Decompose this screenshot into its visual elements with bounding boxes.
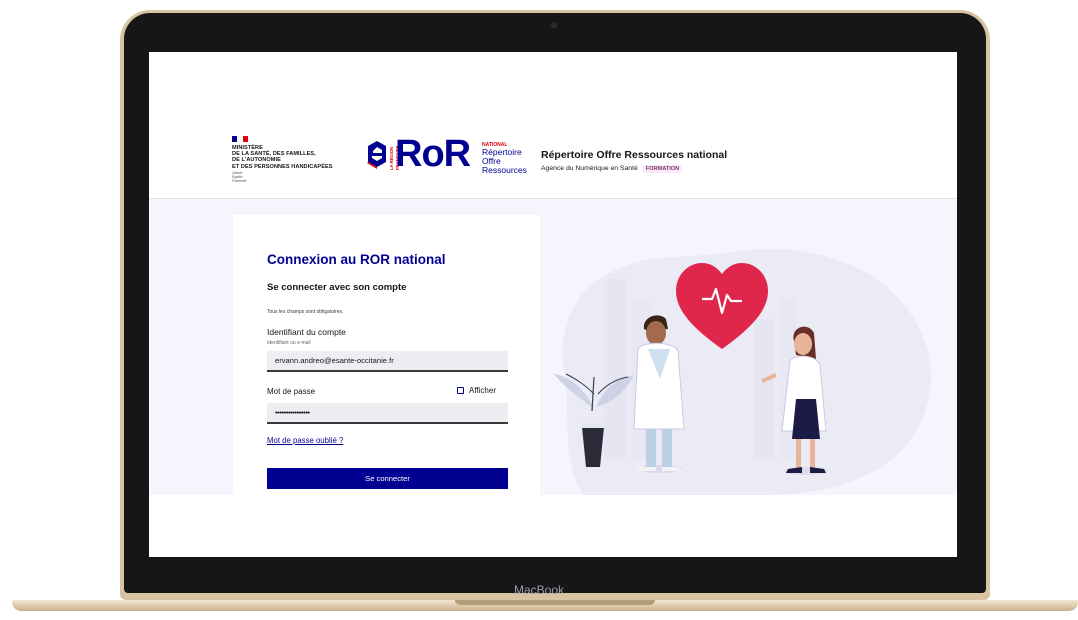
site-subtitle: Agence du Numérique en Santé FORMATION	[541, 165, 683, 173]
ministry-line: ET DES PERSONNES HANDICAPÉES	[232, 163, 333, 170]
screen: MINISTÈRE DE LA SANTÉ, DES FAMILLES, DE …	[149, 52, 957, 557]
show-password-label: Afficher	[469, 386, 496, 395]
device-label: MacBook	[513, 583, 565, 597]
required-fields-note: Tous les champs sont obligatoires.	[267, 309, 344, 315]
republic-motto: Liberté Égalité Fraternité	[232, 171, 247, 183]
laptop-notch	[455, 600, 655, 605]
ror-subtitle: Répertoire Offre Ressources	[482, 148, 527, 175]
password-label: Mot de passe	[267, 387, 316, 396]
environment-badge: FORMATION	[642, 165, 683, 173]
account-label: Identifiant du compte	[267, 327, 346, 337]
password-input[interactable]	[267, 403, 508, 424]
site-header: MINISTÈRE DE LA SANTÉ, DES FAMILLES, DE …	[149, 52, 957, 199]
ror-logo[interactable]: LA RÉGION FRANÇAISE RoR NATIONAL Réperto…	[366, 133, 527, 176]
agency-name: Agence du Numérique en Santé	[541, 165, 638, 172]
motto-line: Fraternité	[232, 178, 247, 183]
ror-subtitle-line: Ressources	[482, 165, 527, 175]
marianne-flag-icon	[232, 136, 248, 142]
page-title: Connexion au ROR national	[267, 252, 446, 267]
account-input[interactable]	[267, 351, 508, 372]
healthcare-illustration	[554, 249, 931, 495]
login-card: Connexion au ROR national Se connecter a…	[233, 215, 540, 500]
checkbox-icon[interactable]	[457, 387, 464, 394]
account-hint: Identifiant ou e-mail	[267, 340, 311, 346]
show-password-toggle[interactable]: Afficher	[457, 386, 496, 395]
main-content: Connexion au ROR national Se connecter a…	[149, 199, 957, 500]
ror-wordmark: RoR	[395, 133, 471, 175]
camera-icon	[551, 22, 557, 28]
ministry-name: MINISTÈRE DE LA SANTÉ, DES FAMILLES, DE …	[232, 145, 333, 170]
forgot-password-link[interactable]: Mot de passe oublié ?	[267, 436, 343, 445]
ror-e-icon	[367, 141, 386, 169]
site-title[interactable]: Répertoire Offre Ressources national	[541, 149, 727, 161]
login-subtitle: Se connecter avec son compte	[267, 282, 407, 293]
login-button[interactable]: Se connecter	[267, 468, 508, 489]
